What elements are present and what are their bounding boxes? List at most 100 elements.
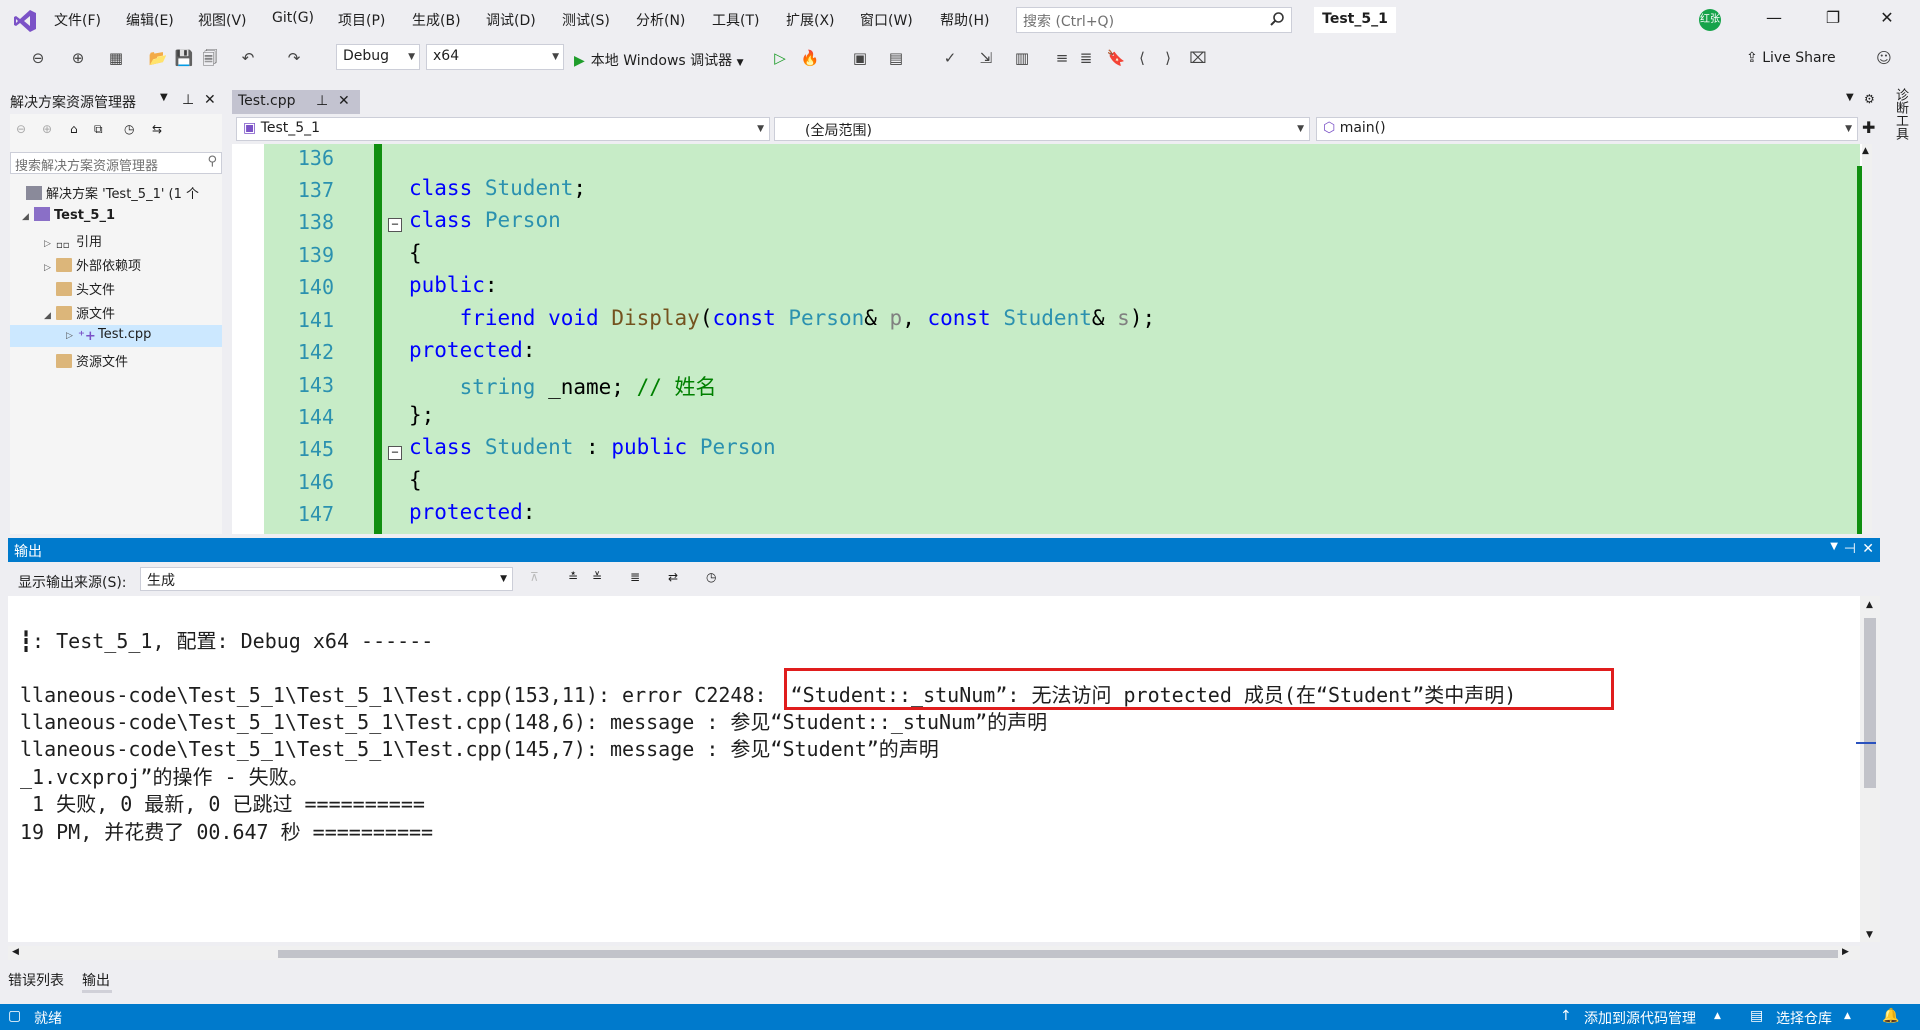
tab-test-cpp[interactable]: Test.cpp ⊥ ✕ — [232, 90, 360, 114]
start-debugger-button[interactable]: ▶ 本地 Windows 调试器 ▼ — [574, 50, 744, 70]
sync-icon[interactable]: ⇆ — [152, 122, 162, 136]
pin-icon[interactable]: ⊥ — [316, 93, 328, 109]
collapsed-icon[interactable]: ▷ — [44, 263, 56, 273]
timestamp-icon[interactable]: ◷ — [706, 570, 716, 584]
diagnostic-tools-tab[interactable]: 诊断工具 — [1892, 88, 1908, 140]
menu-debug[interactable]: 调试(D) — [486, 10, 536, 30]
history-icon[interactable]: ◷ — [124, 122, 134, 136]
start-without-debug-icon[interactable]: ▷ — [768, 46, 792, 70]
expand-icon[interactable]: ◢ — [22, 212, 34, 222]
close-tab-icon[interactable]: ✕ — [338, 93, 350, 109]
menu-extensions[interactable]: 扩展(X) — [786, 10, 835, 30]
undo-icon[interactable]: ↶ — [236, 46, 260, 70]
nav-scope-dropdown[interactable]: (全局范围) ▼ — [774, 117, 1310, 141]
next-message-icon[interactable]: ≚ — [592, 570, 602, 584]
menu-test[interactable]: 测试(S) — [562, 10, 610, 30]
prev-message-icon[interactable]: ≛ — [568, 570, 578, 584]
add-to-source-control-button[interactable]: 添加到源代码管理 — [1584, 1008, 1696, 1028]
find-message-icon[interactable]: ⊼ — [530, 570, 539, 584]
scroll-left-icon[interactable]: ◀ — [12, 947, 19, 957]
tree-item-solution[interactable]: 解决方案 'Test_5_1' (1 个 — [26, 183, 199, 202]
save-icon[interactable]: 💾 — [172, 46, 196, 70]
minimize-icon[interactable]: — — [1759, 8, 1789, 32]
split-editor-icon[interactable]: ✚ — [1862, 118, 1875, 137]
nav-project-dropdown[interactable]: ▣ Test_5_1 ▼ — [236, 117, 770, 141]
collapsed-icon[interactable]: ▷ — [66, 331, 78, 341]
tree-item-test-cpp[interactable]: ▷ ⁺+ Test.cpp — [66, 327, 151, 344]
pin-icon[interactable]: ⊥ — [182, 92, 194, 108]
tree-item-project[interactable]: ◢ Test_5_1 — [22, 207, 115, 223]
search-input[interactable]: 搜索 (Ctrl+Q) — [1016, 7, 1292, 33]
feedback-icon[interactable]: ☺ — [1872, 46, 1896, 70]
solution-search-input[interactable]: 搜索解决方案资源管理器 ⚲ — [10, 152, 222, 174]
next-bookmark-icon[interactable]: ⟩ — [1156, 46, 1180, 70]
menu-view[interactable]: 视图(V) — [198, 10, 247, 30]
output-horizontal-scroll-thumb[interactable] — [278, 950, 1838, 958]
select-repo-button[interactable]: 选择仓库 — [1776, 1008, 1832, 1028]
pin-icon[interactable]: ⊣ — [1844, 541, 1856, 557]
menu-tools[interactable]: 工具(T) — [712, 10, 759, 30]
scroll-right-icon[interactable]: ▶ — [1842, 947, 1849, 957]
close-panel-icon[interactable]: ✕ — [204, 92, 216, 108]
menu-edit[interactable]: 编辑(E) — [126, 10, 174, 30]
menu-help[interactable]: 帮助(H) — [940, 10, 989, 30]
prev-bookmark-icon[interactable]: ⟨ — [1130, 46, 1154, 70]
restore-icon[interactable]: ❐ — [1818, 8, 1848, 32]
collapse-icon[interactable]: − — [388, 446, 402, 460]
menu-project[interactable]: 项目(P) — [338, 10, 385, 30]
chevron-down-icon[interactable]: ▼ — [1830, 541, 1838, 552]
platform-select[interactable]: x64 ▼ — [426, 44, 564, 70]
chevron-up-icon[interactable]: ▲ — [1714, 1011, 1721, 1021]
word-wrap-icon[interactable]: ⇄ — [668, 570, 678, 584]
tree-item-references[interactable]: ▷ ▫▫ 引用 — [44, 231, 102, 254]
live-share-button[interactable]: ⇪ Live Share — [1746, 50, 1836, 66]
spell-check-icon[interactable]: ✓ — [938, 46, 962, 70]
nav-member-dropdown[interactable]: ⬡ main() ▼ — [1316, 117, 1858, 141]
notifications-icon[interactable]: 🔔 — [1882, 1008, 1899, 1024]
bookmark-icon[interactable]: 🔖 — [1104, 46, 1128, 70]
switch-views-icon[interactable]: ⧉ — [94, 122, 103, 137]
step-icon[interactable]: ⇲ — [974, 46, 998, 70]
clear-all-icon[interactable]: ≣ — [630, 570, 640, 584]
close-icon[interactable]: ✕ — [1872, 8, 1902, 32]
tree-item-external-deps[interactable]: ▷ 外部依赖项 — [44, 255, 141, 274]
chevron-down-icon[interactable]: ▼ — [160, 92, 168, 103]
collapse-icon[interactable]: − — [388, 218, 402, 232]
clear-bookmarks-icon[interactable]: ⌧ — [1186, 46, 1210, 70]
home-icon[interactable]: ⌂ — [70, 122, 78, 136]
editor-vertical-scrollbar[interactable] — [1862, 144, 1872, 534]
forward-icon[interactable]: ⊕ — [42, 122, 52, 136]
save-all-icon[interactable]: 🗐 — [198, 46, 222, 70]
indent-icon[interactable]: ≣ — [1074, 46, 1098, 70]
redo-icon[interactable]: ↷ — [282, 46, 306, 70]
avatar[interactable]: 红张 — [1699, 9, 1721, 31]
forward-icon[interactable]: ⊕ — [66, 46, 90, 70]
menu-analyze[interactable]: 分析(N) — [636, 10, 685, 30]
config-select[interactable]: Debug ▼ — [336, 44, 420, 70]
menu-window[interactable]: 窗口(W) — [860, 10, 913, 30]
tree-item-header-files[interactable]: 头文件 — [56, 279, 115, 298]
output-vertical-scroll-thumb[interactable] — [1864, 618, 1876, 788]
tab-error-list[interactable]: 错误列表 — [8, 970, 64, 990]
scroll-down-icon[interactable]: ▼ — [1866, 930, 1873, 940]
menu-build[interactable]: 生成(B) — [412, 10, 461, 30]
browse-icon[interactable]: ▣ — [848, 46, 872, 70]
open-folder-icon[interactable]: 📂 — [146, 46, 170, 70]
outdent-icon[interactable]: ≡ — [1050, 46, 1074, 70]
tree-item-resource-files[interactable]: 资源文件 — [56, 351, 128, 370]
back-icon[interactable]: ⊖ — [26, 46, 50, 70]
menu-git[interactable]: Git(G) — [272, 10, 314, 26]
menu-file[interactable]: 文件(F) — [54, 10, 101, 30]
back-icon[interactable]: ⊖ — [16, 122, 26, 136]
settings-icon[interactable]: ⚙ — [1864, 92, 1875, 106]
scroll-up-icon[interactable]: ▲ — [1866, 600, 1873, 610]
output-source-select[interactable]: 生成 ▼ — [140, 567, 513, 591]
scroll-up-icon[interactable]: ▲ — [1862, 146, 1869, 156]
tab-output[interactable]: 输出 — [82, 970, 110, 990]
tree-item-source-files[interactable]: ◢ 源文件 — [44, 303, 115, 322]
new-project-icon[interactable]: ▦ — [104, 46, 128, 70]
tab-list-chevron-icon[interactable]: ▼ — [1846, 92, 1854, 103]
expand-icon[interactable]: ◢ — [44, 311, 56, 321]
chevron-up-icon[interactable]: ▲ — [1844, 1011, 1851, 1021]
comment-icon[interactable]: ▥ — [1010, 46, 1034, 70]
